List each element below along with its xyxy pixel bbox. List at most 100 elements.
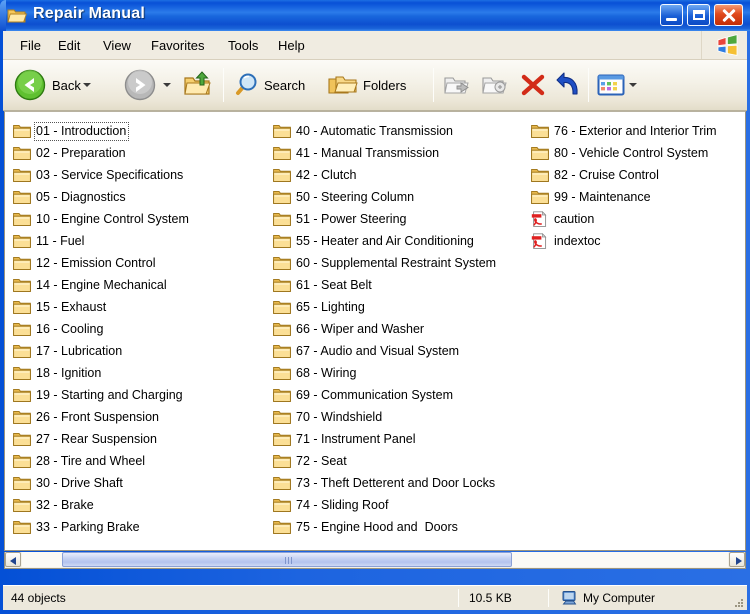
item-label: 67 - Audio and Visual System — [296, 343, 460, 358]
folder-list-item[interactable]: 32 - Brake — [9, 494, 269, 516]
folder-list-item[interactable]: 50 - Steering Column — [269, 186, 527, 208]
folder-list-item[interactable]: 27 - Rear Suspension — [9, 428, 269, 450]
folder-list-item[interactable]: 11 - Fuel — [9, 230, 269, 252]
toolbar: Back Search Folders — [3, 60, 747, 111]
scrollbar-track[interactable] — [22, 552, 728, 567]
menu-tools[interactable]: Tools — [221, 36, 265, 55]
folder-list-item[interactable]: 65 - Lighting — [269, 296, 527, 318]
folder-list-item[interactable]: 67 - Audio and Visual System — [269, 340, 527, 362]
scrollbar-thumb[interactable] — [62, 552, 512, 567]
folder-icon — [13, 212, 31, 226]
views-button[interactable] — [597, 65, 637, 105]
folder-icon — [13, 410, 31, 424]
title-bar-left-edge — [0, 0, 6, 31]
folder-list-item[interactable]: 16 - Cooling — [9, 318, 269, 340]
folder-list-item[interactable]: 51 - Power Steering — [269, 208, 527, 230]
folder-list-item[interactable]: 10 - Engine Control System — [9, 208, 269, 230]
folder-icon — [273, 498, 291, 512]
folder-icon — [273, 300, 291, 314]
menu-view[interactable]: View — [96, 36, 138, 55]
folder-icon — [13, 366, 31, 380]
folder-icon — [273, 322, 291, 336]
minimize-button[interactable] — [660, 4, 683, 26]
item-label: 03 - Service Specifications — [36, 167, 184, 182]
file-list-item[interactable]: indextoc — [527, 230, 743, 252]
scroll-right-button[interactable] — [729, 552, 745, 567]
folder-list-item[interactable]: 41 - Manual Transmission — [269, 142, 527, 164]
folder-icon — [273, 234, 291, 248]
toolbar-separator-3 — [588, 68, 589, 102]
menu-edit[interactable]: Edit — [51, 36, 87, 55]
folder-icon — [273, 190, 291, 204]
folder-list-item[interactable]: 60 - Supplemental Restraint System — [269, 252, 527, 274]
up-button[interactable] — [183, 65, 211, 105]
folder-list-item[interactable]: 18 - Ignition — [9, 362, 269, 384]
folder-list-item[interactable]: 12 - Emission Control — [9, 252, 269, 274]
folder-list-item[interactable]: 71 - Instrument Panel — [269, 428, 527, 450]
folder-list-item[interactable]: 61 - Seat Belt — [269, 274, 527, 296]
scroll-left-button[interactable] — [5, 552, 21, 567]
maximize-button[interactable] — [687, 4, 710, 26]
item-label: 51 - Power Steering — [296, 211, 407, 226]
delete-x-icon — [521, 74, 545, 96]
folder-list-item[interactable]: 42 - Clutch — [269, 164, 527, 186]
search-button[interactable]: Search — [231, 65, 305, 105]
folder-list-item[interactable]: 66 - Wiper and Washer — [269, 318, 527, 340]
folder-list-item[interactable]: 82 - Cruise Control — [527, 164, 743, 186]
folder-list-item[interactable]: 03 - Service Specifications — [9, 164, 269, 186]
folder-list-item[interactable]: 19 - Starting and Charging — [9, 384, 269, 406]
delete-button[interactable] — [518, 65, 548, 105]
folder-list-item[interactable]: 33 - Parking Brake — [9, 516, 269, 538]
file-list[interactable]: 01 - Introduction 02 - Preparation 03 - Se… — [4, 111, 746, 551]
folder-list-item[interactable]: 55 - Heater and Air Conditioning — [269, 230, 527, 252]
folder-icon — [13, 344, 31, 358]
resize-grip[interactable] — [731, 595, 745, 609]
folder-list-item[interactable]: 80 - Vehicle Control System — [527, 142, 743, 164]
menu-file[interactable]: File — [13, 36, 48, 55]
folder-list-item[interactable]: 05 - Diagnostics — [9, 186, 269, 208]
item-label: 14 - Engine Mechanical — [36, 277, 167, 292]
folder-icon — [13, 476, 31, 490]
folder-list-item[interactable]: 69 - Communication System — [269, 384, 527, 406]
back-dropdown-icon[interactable] — [83, 83, 91, 87]
undo-button[interactable] — [555, 65, 585, 105]
folders-button[interactable]: Folders — [328, 65, 406, 105]
item-label: 75 - Engine Hood and Doors — [296, 519, 458, 534]
item-label: 82 - Cruise Control — [554, 167, 659, 182]
file-list-item[interactable]: caution — [527, 208, 743, 230]
move-to-button — [443, 65, 473, 105]
folder-list-item[interactable]: 75 - Engine Hood and Doors — [269, 516, 527, 538]
folder-list-item[interactable]: 70 - Windshield — [269, 406, 527, 428]
folder-list-item[interactable]: 40 - Automatic Transmission — [269, 120, 527, 142]
views-dropdown-icon[interactable] — [629, 83, 637, 87]
folder-list-item[interactable]: 30 - Drive Shaft — [9, 472, 269, 494]
back-button[interactable]: Back — [13, 65, 91, 105]
folder-list-item[interactable]: 99 - Maintenance — [527, 186, 743, 208]
toolbar-separator-1 — [223, 68, 224, 102]
folder-list-item[interactable]: 76 - Exterior and Interior Trim — [527, 120, 743, 142]
folder-icon — [13, 388, 31, 402]
folder-icon — [273, 168, 291, 182]
close-button[interactable] — [714, 4, 743, 26]
folder-list-item[interactable]: 15 - Exhaust — [9, 296, 269, 318]
folder-icon — [273, 344, 291, 358]
folder-icon — [13, 278, 31, 292]
copy-to-button — [481, 65, 511, 105]
folder-list-item[interactable]: 72 - Seat — [269, 450, 527, 472]
menu-help[interactable]: Help — [271, 36, 312, 55]
menu-favorites[interactable]: Favorites — [144, 36, 211, 55]
folder-list-item[interactable]: 14 - Engine Mechanical — [9, 274, 269, 296]
item-label: 66 - Wiper and Washer — [296, 321, 425, 336]
folder-list-item[interactable]: 02 - Preparation — [9, 142, 269, 164]
folder-icon — [273, 476, 291, 490]
folder-list-item[interactable]: 26 - Front Suspension — [9, 406, 269, 428]
folder-list-item[interactable]: 74 - Sliding Roof — [269, 494, 527, 516]
folder-list-item[interactable]: 01 - Introduction — [9, 120, 269, 142]
folder-list-item[interactable]: 28 - Tire and Wheel — [9, 450, 269, 472]
item-label: 60 - Supplemental Restraint System — [296, 255, 497, 270]
folder-icon — [13, 190, 31, 204]
horizontal-scrollbar[interactable] — [4, 552, 746, 569]
folder-list-item[interactable]: 17 - Lubrication — [9, 340, 269, 362]
folder-list-item[interactable]: 68 - Wiring — [269, 362, 527, 384]
folder-list-item[interactable]: 73 - Theft Detterent and Door Locks — [269, 472, 527, 494]
